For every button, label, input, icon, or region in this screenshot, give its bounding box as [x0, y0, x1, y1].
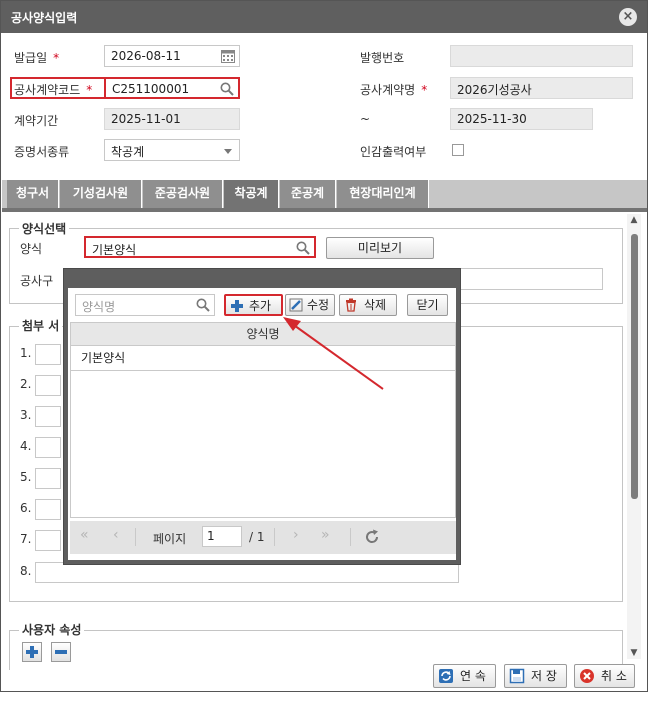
template-input[interactable]: 기본양식	[84, 236, 316, 258]
attachment-row-label: 8.	[20, 564, 32, 578]
page-number-input[interactable]: 1	[202, 526, 242, 547]
attachment-input[interactable]	[35, 406, 61, 427]
scroll-up-icon[interactable]: ▲	[627, 214, 641, 226]
tab-invoice[interactable]: 청구서	[7, 180, 59, 208]
tab-progress-inspection[interactable]: 기성검사원	[60, 180, 142, 208]
attachment-row-label: 4.	[20, 439, 32, 453]
close-icon[interactable]: ×	[619, 8, 637, 26]
attachment-input[interactable]	[35, 344, 61, 365]
contract-code-input[interactable]: C251100001	[104, 77, 240, 99]
save-button[interactable]: 저 장	[504, 664, 567, 688]
popup-body: 양식명 추가 수정 삭제 닫기 양식명 기본양식 « ‹ 페이지 1 / 1 ›…	[68, 288, 456, 560]
refresh-icon	[439, 669, 453, 683]
issue-no-label: 발행번호	[360, 51, 405, 65]
refresh-icon[interactable]	[363, 528, 381, 546]
attachment-input[interactable]	[35, 562, 459, 583]
calendar-icon[interactable]	[221, 49, 235, 63]
grid-row[interactable]: 기본양식	[71, 346, 455, 371]
period-start-input: 2025-11-01	[104, 108, 240, 130]
user-properties-legend: 사용자 속성	[19, 621, 85, 638]
tab-start-report[interactable]: 착공계	[224, 180, 279, 208]
period-end-input: 2025-11-30	[450, 108, 593, 130]
scroll-down-icon[interactable]: ▼	[627, 647, 641, 659]
tab-completion-inspection[interactable]: 준공검사원	[143, 180, 223, 208]
seal-print-label: 인감출력여부	[360, 145, 427, 159]
plus-icon	[26, 646, 38, 658]
page-label: 페이지	[153, 532, 187, 546]
last-page-icon[interactable]: »	[321, 527, 330, 543]
issue-date-label: 발급일 *	[14, 51, 60, 65]
add-property-button[interactable]	[22, 642, 42, 662]
grid-header: 양식명	[71, 323, 455, 346]
config-input[interactable]	[459, 268, 603, 290]
pager-divider	[274, 528, 275, 546]
tab-completion-report[interactable]: 준공계	[280, 180, 336, 208]
attachment-row-label: 1.	[20, 346, 32, 360]
pager-divider	[135, 528, 136, 546]
pager-divider	[350, 528, 351, 546]
cert-type-select[interactable]: 착공계	[104, 139, 240, 161]
cancel-button[interactable]: 취 소	[574, 664, 635, 688]
contract-name-label: 공사계약명 *	[360, 83, 428, 97]
plus-icon	[231, 300, 243, 312]
issue-date-input[interactable]: 2026-08-11	[104, 45, 240, 67]
continue-button[interactable]: 연 속	[433, 664, 496, 688]
pager: « ‹ 페이지 1 / 1 › »	[70, 521, 456, 554]
tab-underline	[2, 208, 647, 212]
template-section-legend: 양식선택	[19, 220, 70, 237]
period-label: 계약기간	[14, 114, 59, 128]
config-label: 공사구	[20, 274, 54, 288]
attachment-row-label: 5.	[20, 470, 32, 484]
attachment-input[interactable]	[35, 499, 61, 520]
prev-page-icon[interactable]: ‹	[113, 527, 119, 543]
popup-close-button[interactable]: 닫기	[407, 294, 448, 316]
tab-bar: 청구서 기성검사원 준공검사원 착공계 준공계 현장대리인계	[2, 180, 647, 208]
contract-code-label: 공사계약코드 *	[14, 83, 93, 97]
search-icon[interactable]	[220, 82, 234, 96]
next-page-icon[interactable]: ›	[293, 527, 299, 543]
tab-site-agent-report[interactable]: 현장대리인계	[337, 180, 429, 208]
vertical-scrollbar[interactable]: ▲ ▼	[627, 214, 641, 659]
cancel-icon	[580, 669, 594, 683]
attachment-input[interactable]	[35, 375, 61, 396]
preview-button[interactable]: 미리보기	[326, 237, 434, 259]
chevron-down-icon	[224, 149, 232, 154]
issue-no-input	[450, 45, 633, 67]
attachment-input[interactable]	[35, 437, 61, 458]
cert-type-label: 증명서종류	[14, 145, 70, 159]
attachment-input[interactable]	[35, 468, 61, 489]
template-name-search-input[interactable]: 양식명	[75, 294, 215, 316]
window-title: 공사양식입력	[11, 11, 78, 25]
seal-print-checkbox[interactable]	[452, 144, 464, 156]
template-label: 양식	[20, 242, 43, 256]
attachment-row-label: 2.	[20, 377, 32, 391]
attachment-section-legend: 첨부 서	[19, 317, 63, 334]
title-bar: 공사양식입력 ×	[1, 1, 647, 33]
floppy-disk-icon	[509, 668, 525, 684]
attachment-row-label: 6.	[20, 501, 32, 515]
contract-name-input: 2026기성공사	[450, 77, 633, 99]
scroll-thumb[interactable]	[631, 234, 638, 499]
remove-property-button[interactable]	[51, 642, 71, 662]
attachment-row-label: 3.	[20, 408, 32, 422]
attachment-row-label: 7.	[20, 532, 32, 546]
minus-icon	[55, 650, 67, 654]
form-window: 공사양식입력 × 발급일 * 2026-08-11 발행번호 공사계약코드 * C2…	[0, 0, 648, 692]
period-separator: ~	[360, 112, 371, 126]
search-icon[interactable]	[196, 298, 210, 312]
annotation-arrow	[283, 317, 384, 390]
attachment-input[interactable]	[35, 530, 61, 551]
template-grid: 양식명 기본양식	[70, 322, 456, 518]
search-icon[interactable]	[296, 241, 310, 255]
first-page-icon[interactable]: «	[80, 527, 89, 543]
page-total: / 1	[249, 530, 265, 544]
template-search-popup: 양식명 추가 수정 삭제 닫기 양식명 기본양식 « ‹ 페이지 1 / 1 ›…	[63, 268, 461, 565]
